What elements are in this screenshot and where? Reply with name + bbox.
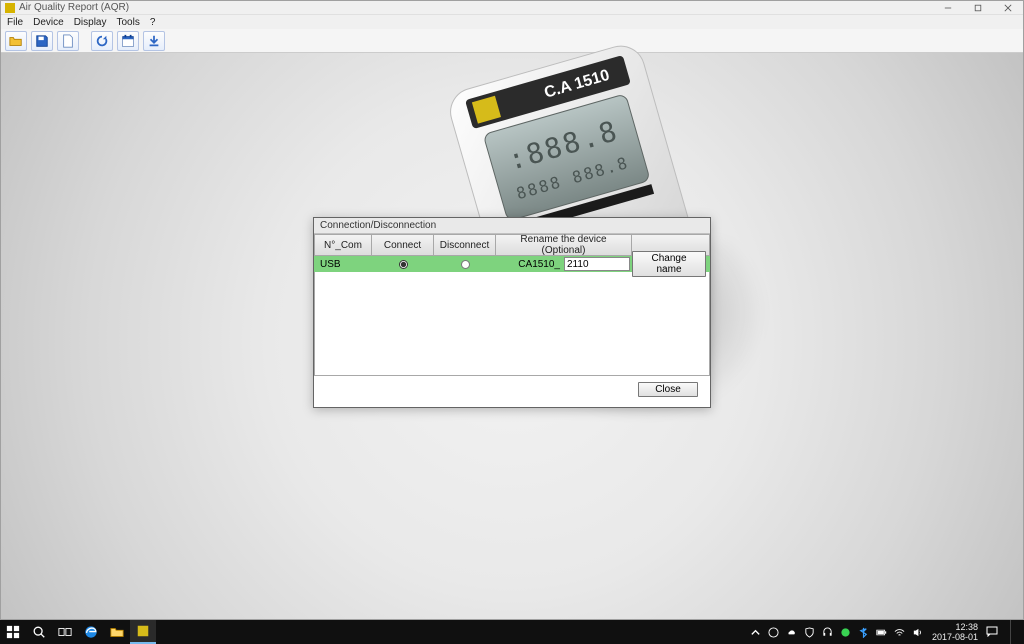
dialog-footer: Close [314,376,710,407]
tray-wifi-icon[interactable] [894,626,906,638]
menu-help[interactable]: ? [150,17,156,28]
tray-shield-icon[interactable] [804,626,816,638]
rename-input[interactable] [564,257,630,271]
tray-battery-icon[interactable] [876,626,888,638]
windows-icon [6,625,20,639]
aqr-app-icon [136,624,150,638]
toolbar-new-button[interactable] [57,31,79,51]
folder-icon [110,625,124,639]
taskbar-clock[interactable]: 12:38 2017-08-01 [932,622,978,642]
maximize-icon [974,4,982,12]
save-icon [35,34,49,48]
menu-file[interactable]: File [7,17,23,28]
cell-com: USB [314,256,372,272]
grid-empty-area [314,272,710,376]
folder-open-icon [9,34,23,48]
title-bar: Air Quality Report (AQR) [1,1,1023,15]
toolbar-calendar-button[interactable] [117,31,139,51]
tray-bluetooth-icon[interactable] [858,626,870,638]
rename-prefix: CA1510_ [518,259,560,270]
window-controls [933,1,1023,14]
calendar-icon [121,34,135,48]
taskbar-aqr-app[interactable] [130,620,156,644]
tray-volume-icon[interactable] [912,626,924,638]
download-icon [147,34,161,48]
header-rename: Rename the device (Optional) [496,234,632,256]
minimize-icon [944,4,952,12]
dialog-title: Connection/Disconnection [314,218,710,234]
refresh-icon [95,34,109,48]
header-com: N°_Com [314,234,372,256]
notification-icon [986,625,998,637]
app-icon [5,3,15,13]
system-tray[interactable] [750,626,924,638]
device-row: USB CA1510_ Change name [314,256,710,272]
connection-dialog: Connection/Disconnection N°_Com Connect … [313,217,711,408]
toolbar-save-button[interactable] [31,31,53,51]
toolbar-open-button[interactable] [5,31,27,51]
app-title: Air Quality Report (AQR) [19,2,933,13]
start-button[interactable] [0,620,26,644]
menu-tools[interactable]: Tools [117,17,140,28]
tray-onedrive-icon[interactable] [786,626,798,638]
clock-date: 2017-08-01 [932,632,978,642]
close-icon [1004,4,1012,12]
header-connect: Connect [372,234,434,256]
tray-circle-icon[interactable] [840,626,852,638]
edge-icon [84,625,98,639]
tray-network-icon[interactable] [768,626,780,638]
connect-radio[interactable] [399,260,408,269]
menu-display[interactable]: Display [74,17,107,28]
close-window-button[interactable] [993,1,1023,14]
disconnect-radio[interactable] [461,260,470,269]
toolbar [1,29,1023,53]
menu-device[interactable]: Device [33,17,64,28]
toolbar-download-button[interactable] [143,31,165,51]
taskbar: 12:38 2017-08-01 [0,620,1024,644]
task-view-icon [58,625,72,639]
app-window: Air Quality Report (AQR) File Device Dis… [0,0,1024,620]
menu-bar: File Device Display Tools ? [1,15,1023,29]
search-button[interactable] [26,620,52,644]
action-center-button[interactable] [986,625,998,640]
svg-text:8888 888.8: 8888 888.8 [514,153,631,203]
svg-text:C.A 1510: C.A 1510 [542,67,611,102]
minimize-button[interactable] [933,1,963,14]
taskbar-explorer[interactable] [104,620,130,644]
taskbar-edge[interactable] [78,620,104,644]
close-button[interactable]: Close [638,382,698,397]
clock-time: 12:38 [932,622,978,632]
show-desktop-button[interactable] [1010,620,1016,644]
search-icon [32,625,46,639]
svg-text::888.8: :888.8 [504,114,622,177]
tray-chevron-up-icon[interactable] [750,626,762,638]
maximize-button[interactable] [963,1,993,14]
change-name-button[interactable]: Change name [632,251,706,277]
header-disconnect: Disconnect [434,234,496,256]
tray-headset-icon[interactable] [822,626,834,638]
document-icon [61,34,75,48]
toolbar-refresh-button[interactable] [91,31,113,51]
task-view-button[interactable] [52,620,78,644]
